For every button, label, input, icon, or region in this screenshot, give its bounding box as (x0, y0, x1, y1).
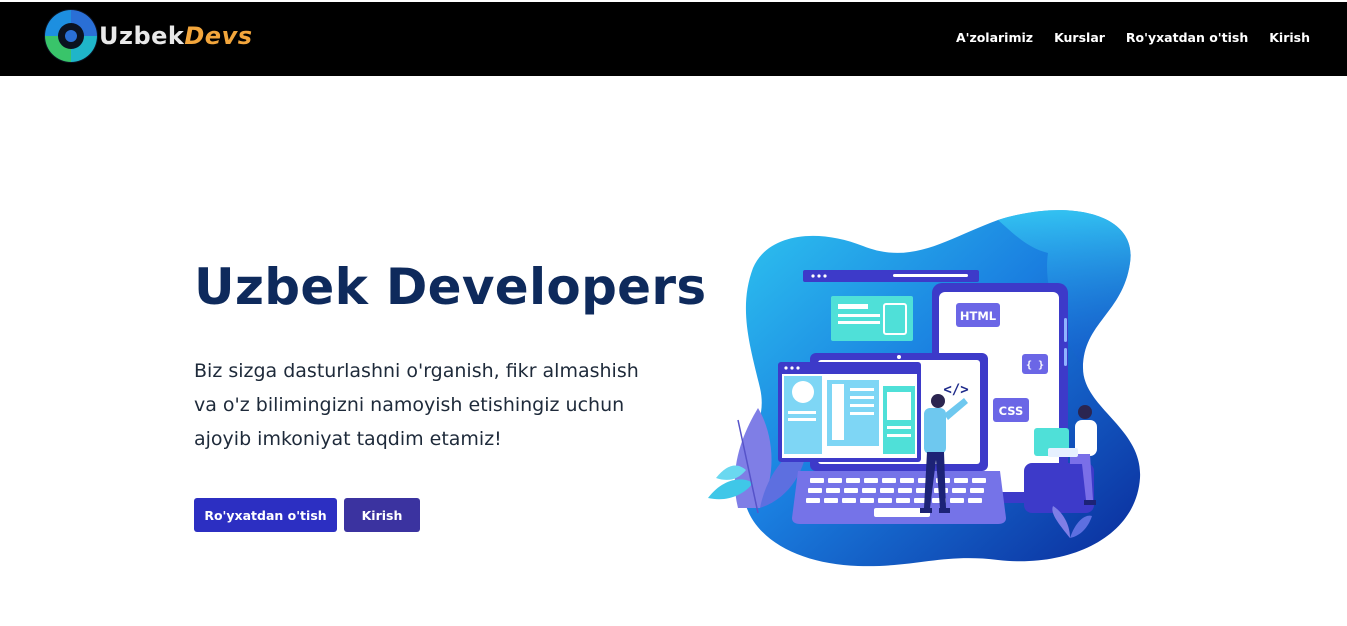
developer-illustration: HTML { } CSS </> (708, 210, 1141, 567)
code-tag-label: </> (943, 382, 968, 398)
logo-emblem-icon (44, 9, 98, 63)
nav-link-login[interactable]: Kirish (1269, 30, 1310, 45)
nav-link-courses[interactable]: Kurslar (1054, 30, 1105, 45)
main-nav: A'zolarimiz Kurslar Ro'yxatdan o'tish Ki… (935, 30, 1310, 45)
css-tag-label: CSS (999, 404, 1024, 418)
logo-word-uzbek: Uzbek (99, 22, 185, 50)
site-logo[interactable]: Uzbek Devs (40, 4, 253, 68)
login-button[interactable]: Kirish (344, 498, 420, 532)
register-button[interactable]: Ro'yxatdan o'tish (194, 498, 337, 532)
navbar: Uzbek Devs A'zolarimiz Kurslar Ro'yxatda… (0, 2, 1347, 76)
hero-description: Biz sizga dasturlashni o'rganish, fikr a… (194, 360, 639, 450)
nav-link-members[interactable]: A'zolarimiz (956, 30, 1033, 45)
logo-text: Uzbek Devs (99, 22, 253, 50)
logo-word-devs: Devs (184, 22, 253, 50)
nav-link-register[interactable]: Ro'yxatdan o'tish (1126, 30, 1248, 45)
braces-tag-label: { } (1026, 360, 1044, 371)
hero-title: Uzbek Developers (194, 258, 707, 316)
html-tag-label: HTML (960, 309, 997, 323)
